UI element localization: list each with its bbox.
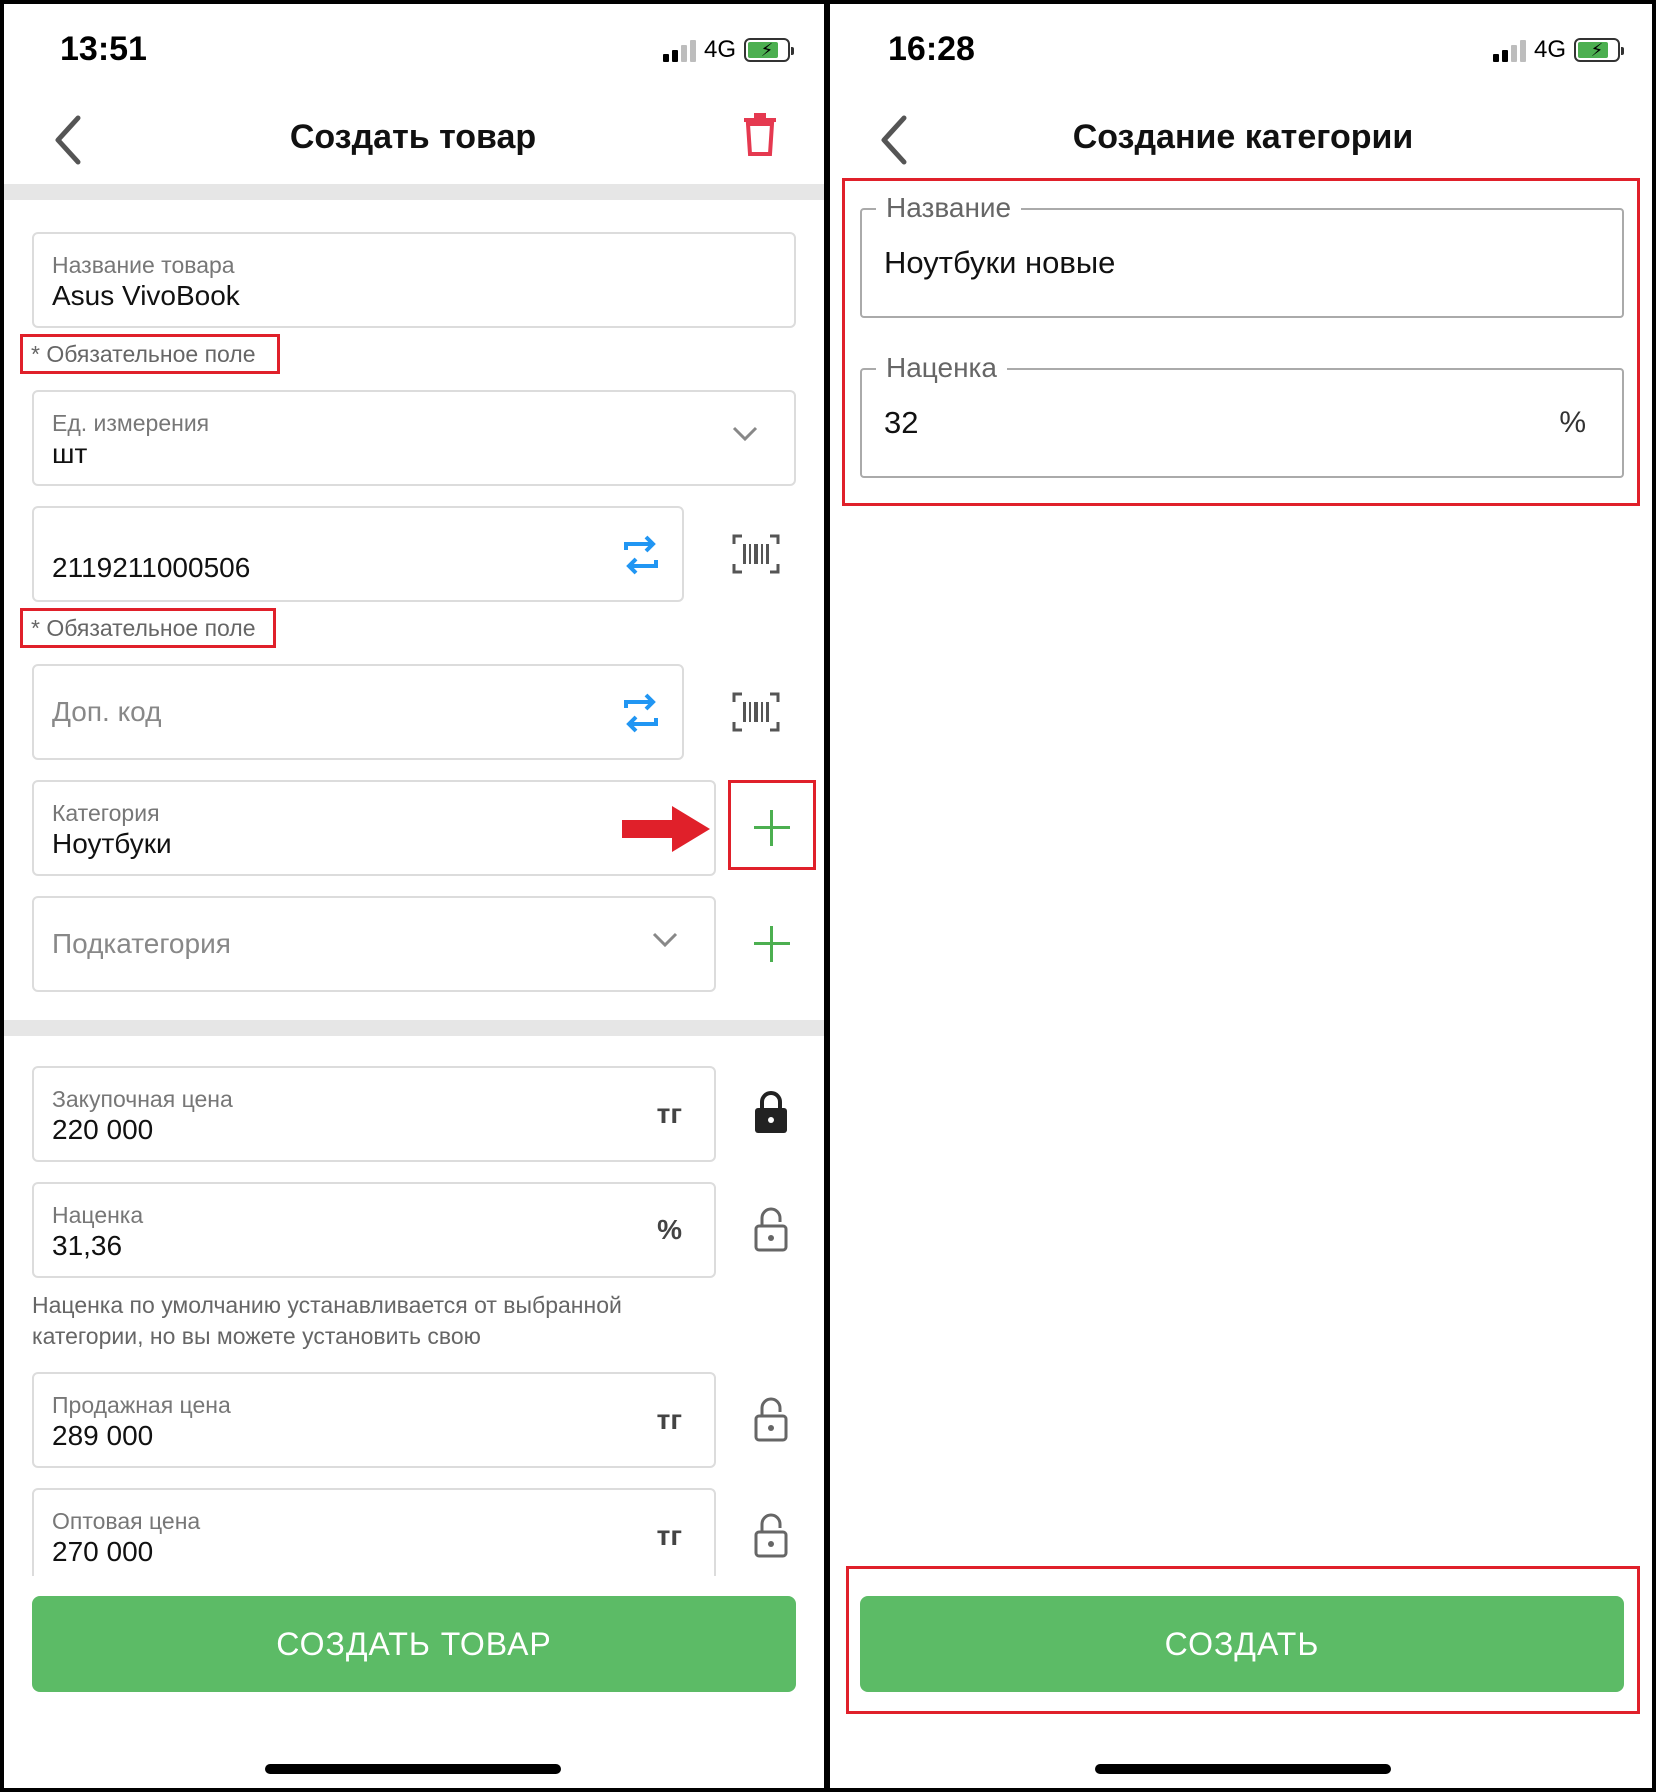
signal-icon (662, 38, 696, 62)
barcode-scan-icon[interactable] (732, 692, 780, 732)
sale-price-value: 289 000 (52, 1420, 154, 1451)
unlock-icon[interactable] (754, 1512, 788, 1558)
sale-price-label: Продажная цена (52, 1392, 231, 1418)
subcategory-placeholder: Подкатегория (52, 928, 231, 959)
purchase-price-field[interactable]: Закупочная цена 220 000 тг (32, 1066, 716, 1162)
section-divider (0, 1020, 826, 1036)
product-name-label: Название товара (52, 252, 235, 278)
markup-value: 31,36 (52, 1230, 123, 1261)
create-category-button[interactable]: СОЗДАТЬ (860, 1596, 1624, 1692)
product-name-field[interactable]: Название товара Asus VivoBook (32, 232, 796, 328)
prices-section: Закупочная цена 220 000 тг Наценка 31,36… (0, 1040, 826, 1576)
page-title: Создание категории (1072, 118, 1414, 156)
unit-label: Ед. измерения (52, 410, 210, 436)
required-note: * Обязательное поле (20, 608, 276, 648)
status-time: 16:28 (888, 30, 975, 68)
unlock-icon[interactable] (754, 1396, 788, 1442)
chevron-down-icon (732, 426, 758, 442)
swap-icon[interactable] (622, 692, 660, 734)
wholesale-price-value: 270 000 (52, 1536, 154, 1567)
category-name-field[interactable]: Название Ноутбуки новые (860, 192, 1624, 318)
markup-field[interactable]: Наценка 31,36 % (32, 1182, 716, 1278)
purchase-price-value: 220 000 (52, 1114, 154, 1145)
page-title: Создать товар (289, 118, 537, 156)
status-indicators: 4G ⚡ (662, 36, 794, 64)
lock-icon[interactable] (754, 1090, 788, 1134)
trash-icon[interactable] (742, 112, 778, 156)
arrow-right-icon (622, 806, 710, 852)
product-name-value: Asus VivoBook (52, 280, 240, 311)
add-category-button[interactable] (752, 808, 792, 848)
swap-icon[interactable] (622, 534, 660, 576)
required-note: * Обязательное поле (20, 334, 280, 374)
percent-unit: % (1559, 406, 1586, 439)
status-indicators: 4G ⚡ (1492, 36, 1624, 64)
section-divider (0, 184, 826, 200)
currency-unit: тг (656, 1098, 682, 1129)
purchase-price-label: Закупочная цена (52, 1086, 233, 1112)
currency-unit: тг (656, 1404, 682, 1435)
network-label: 4G (703, 36, 736, 63)
add-subcategory-button[interactable] (752, 924, 792, 964)
percent-unit: % (657, 1214, 682, 1245)
category-label: Категория (52, 800, 160, 826)
category-markup-field[interactable]: Наценка 32 % (860, 352, 1624, 478)
signal-icon (1492, 38, 1526, 62)
category-markup-value: 32 (884, 405, 919, 440)
markup-hint: Наценка по умолчанию устанавливается от … (32, 1292, 622, 1349)
battery-icon: ⚡ (744, 38, 794, 62)
extra-code-placeholder: Доп. код (52, 696, 162, 727)
category-create-screen: 16:28 4G ⚡ Создание категории Название Н… (830, 0, 1656, 1792)
unlock-icon[interactable] (754, 1206, 788, 1252)
extra-code-field[interactable]: Доп. код (32, 664, 684, 760)
network-label: 4G (1533, 36, 1566, 63)
battery-icon: ⚡ (1574, 38, 1624, 62)
subcategory-select[interactable]: Подкатегория (32, 896, 716, 992)
nav-bar: Создание категории (830, 100, 1656, 180)
home-indicator (265, 1764, 561, 1774)
category-value: Ноутбуки (52, 828, 172, 859)
barcode-scan-icon[interactable] (732, 534, 780, 574)
wholesale-price-label: Оптовая цена (52, 1508, 201, 1534)
unit-value: шт (52, 438, 88, 469)
markup-label: Наценка (52, 1202, 144, 1228)
barcode-field[interactable]: 2119211000506 (32, 506, 684, 602)
status-time: 13:51 (60, 30, 147, 68)
currency-unit: тг (656, 1520, 682, 1551)
wholesale-price-field[interactable]: Оптовая цена 270 000 тг (32, 1488, 716, 1576)
chevron-down-icon (652, 932, 678, 948)
category-select[interactable]: Категория Ноутбуки (32, 780, 716, 876)
category-name-value: Ноутбуки новые (884, 245, 1116, 280)
create-product-button[interactable]: СОЗДАТЬ ТОВАР (32, 1596, 796, 1692)
unit-select[interactable]: Ед. измерения шт (32, 390, 796, 486)
home-indicator (1095, 1764, 1391, 1774)
product-create-screen: 13:51 4G ⚡ Создать товар Название товара… (0, 0, 826, 1792)
barcode-value: 2119211000506 (52, 552, 251, 583)
nav-bar: Создать товар (0, 100, 826, 180)
sale-price-field[interactable]: Продажная цена 289 000 тг (32, 1372, 716, 1468)
